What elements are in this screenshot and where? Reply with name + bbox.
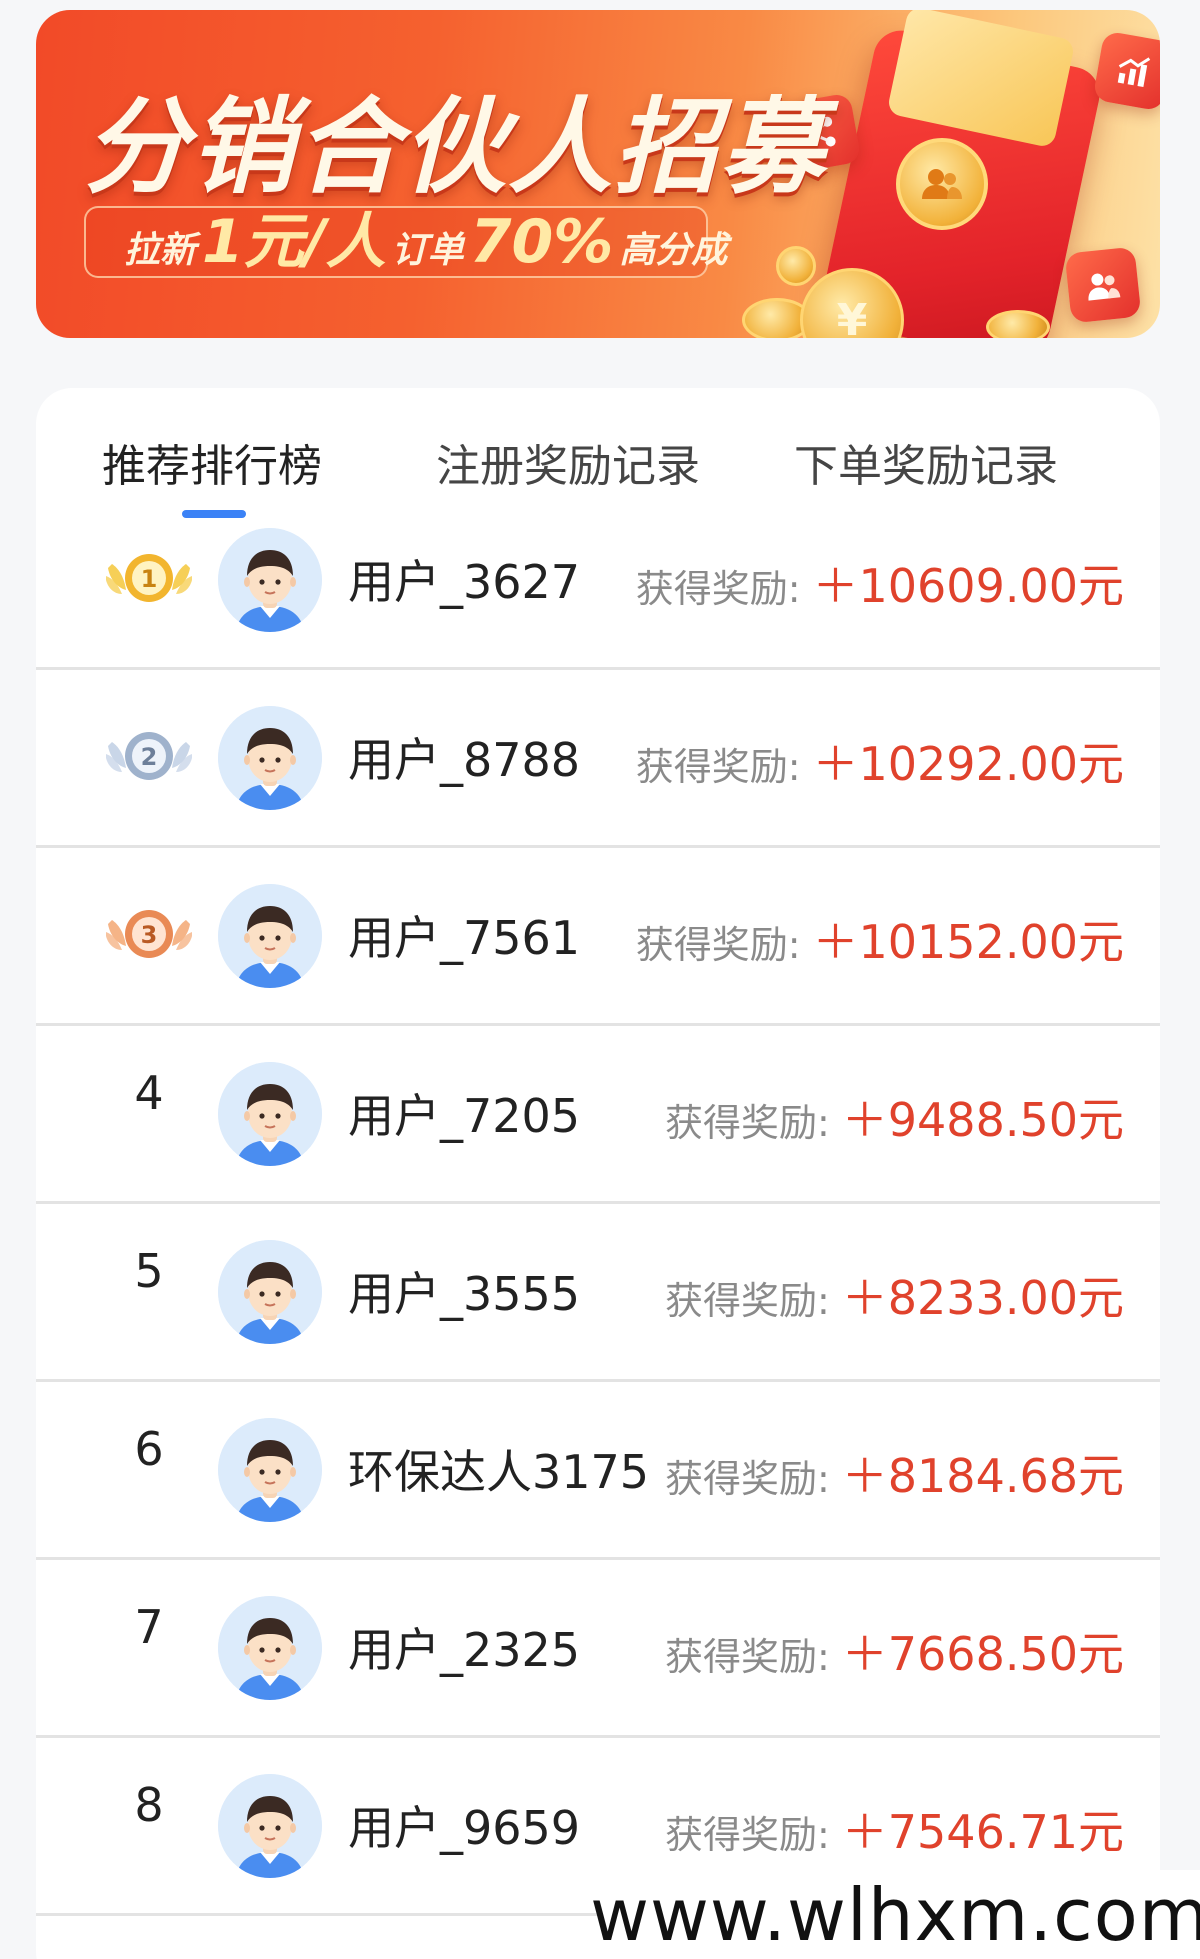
banner-sub-mid: 订单 [391, 230, 464, 271]
coin-icon [776, 246, 816, 286]
rank-number: 7 [134, 1600, 164, 1654]
users-icon [1064, 246, 1142, 324]
reward-amount: ＋7668.50元 [841, 1627, 1124, 1681]
avatar [218, 1240, 322, 1344]
avatar [218, 1774, 322, 1878]
tab-order-rewards[interactable]: 下单奖励记录 [794, 430, 1058, 494]
reward-info: 获得奖励: ＋10292.00元 [636, 728, 1124, 794]
ranking-row[interactable]: 1 用户_3627 获得奖励: ＋10609.00元 [36, 492, 1160, 670]
banner-sub-prefix: 拉新 [124, 230, 197, 271]
tab-referral-ranking[interactable]: 推荐排行榜 [102, 430, 322, 494]
reward-label: 获得奖励: [664, 1101, 830, 1145]
coin-symbol: ¥ [836, 294, 868, 339]
avatar [218, 528, 322, 632]
user-name: 用户_7205 [348, 1089, 581, 1143]
reward-amount: ＋7546.71元 [841, 1805, 1124, 1859]
reward-amount: ＋10609.00元 [812, 559, 1125, 613]
medal-rank-text: 2 [141, 743, 158, 771]
ranking-row[interactable]: 2 用户_8788 获得奖励: ＋10292.00元 [36, 670, 1160, 848]
silver-medal-icon: 2 [102, 720, 196, 794]
reward-amount: ＋10292.00元 [812, 737, 1125, 791]
rank-number: 8 [134, 1778, 164, 1832]
gold-medal-icon: 1 [102, 542, 196, 616]
reward-info: 获得奖励: ＋8233.00元 [665, 1262, 1124, 1328]
ranking-card: 推荐排行榜 注册奖励记录 下单奖励记录 1 用户_3627 获得奖励: ＋10609.… [36, 388, 1160, 1959]
user-name: 环保达人3175 [348, 1445, 650, 1499]
group-users-badge-icon [896, 138, 988, 230]
reward-info: 获得奖励: ＋7546.71元 [665, 1796, 1124, 1862]
page: ¥ 分销合伙人招募 拉新 1元/人 订单 70% 高分成 推荐排行榜 注册奖励记… [0, 0, 1200, 1959]
avatar [218, 1062, 322, 1166]
rank-number: 6 [134, 1422, 164, 1476]
user-name: 用户_3555 [348, 1267, 581, 1321]
coin-icon [986, 310, 1050, 338]
reward-info: 获得奖励: ＋9488.50元 [665, 1084, 1124, 1150]
reward-label: 获得奖励: [635, 567, 801, 611]
promo-banner[interactable]: ¥ 分销合伙人招募 拉新 1元/人 订单 70% 高分成 [36, 10, 1160, 338]
user-name: 用户_9659 [348, 1801, 581, 1855]
growth-chart-icon [1092, 30, 1160, 112]
ranking-row[interactable]: 7 用户_2325 获得奖励: ＋7668.50元 [36, 1560, 1160, 1738]
bronze-medal-icon: 3 [102, 898, 196, 972]
banner-sub-suffix: 高分成 [619, 230, 728, 271]
reward-label: 获得奖励: [664, 1457, 830, 1501]
reward-info: 获得奖励: ＋10152.00元 [636, 906, 1124, 972]
user-name: 用户_7561 [348, 911, 581, 965]
avatar [218, 1418, 322, 1522]
reward-amount: ＋8184.68元 [841, 1449, 1124, 1503]
avatar [218, 884, 322, 988]
reward-label: 获得奖励: [664, 1813, 830, 1857]
reward-amount: ＋9488.50元 [841, 1093, 1124, 1147]
ranking-row[interactable]: 4 用户_7205 获得奖励: ＋9488.50元 [36, 1026, 1160, 1204]
tab-registration-rewards[interactable]: 注册奖励记录 [436, 430, 700, 494]
ranking-row[interactable]: 3 用户_7561 获得奖励: ＋10152.00元 [36, 848, 1160, 1026]
reward-info: 获得奖励: ＋8184.68元 [665, 1440, 1124, 1506]
reward-amount: ＋10152.00元 [812, 915, 1125, 969]
reward-amount: ＋8233.00元 [841, 1271, 1124, 1325]
reward-label: 获得奖励: [635, 745, 801, 789]
reward-label: 获得奖励: [664, 1635, 830, 1679]
user-name: 用户_3627 [348, 555, 581, 609]
reward-label: 获得奖励: [664, 1279, 830, 1323]
watermark: www.wlhxm.com [590, 1870, 1200, 1959]
avatar [218, 706, 322, 810]
rank-number: 5 [134, 1244, 164, 1298]
user-name: 用户_2325 [348, 1623, 581, 1677]
ranking-row[interactable]: 6 环保达人3175 获得奖励: ＋8184.68元 [36, 1382, 1160, 1560]
reward-label: 获得奖励: [635, 923, 801, 967]
banner-subtitle: 拉新 1元/人 订单 70% 高分成 [84, 206, 727, 278]
medal-rank-text: 3 [141, 921, 158, 949]
ranking-row[interactable]: 5 用户_3555 获得奖励: ＋8233.00元 [36, 1204, 1160, 1382]
rank-number: 4 [134, 1066, 164, 1120]
medal-rank-text: 1 [141, 565, 158, 593]
user-name: 用户_8788 [348, 733, 581, 787]
banner-title: 分销合伙人招募 [84, 86, 827, 208]
banner-sub-percent: 70% [469, 207, 614, 277]
banner-sub-price: 1元/人 [202, 207, 386, 277]
reward-info: 获得奖励: ＋10609.00元 [636, 550, 1124, 616]
reward-info: 获得奖励: ＋7668.50元 [665, 1618, 1124, 1684]
avatar [218, 1596, 322, 1700]
